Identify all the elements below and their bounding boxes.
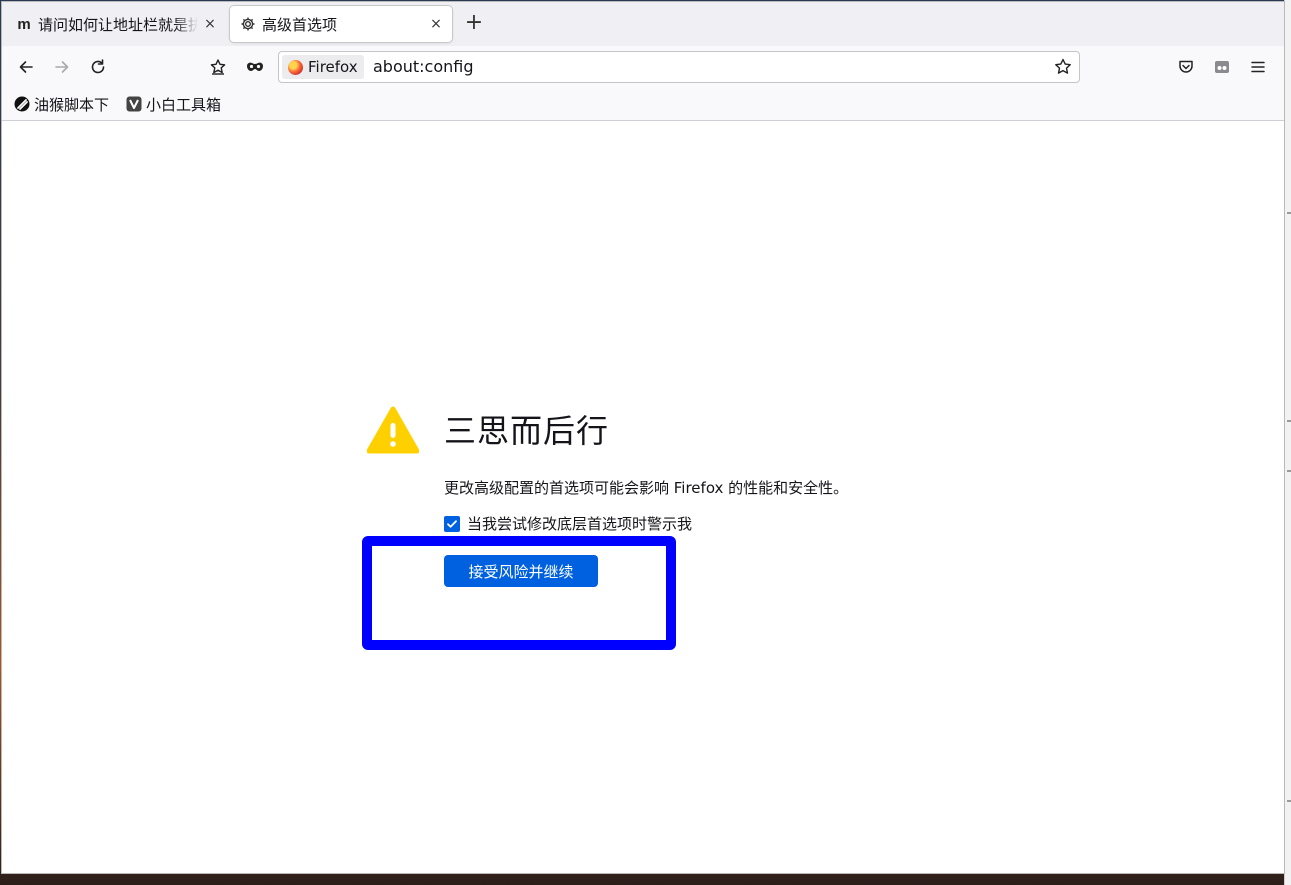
forward-arrow-icon [55,61,69,73]
private-mask-button[interactable] [241,53,269,81]
back-button[interactable] [12,53,40,81]
checkbox-label: 当我尝试修改底层首选项时警示我 [467,515,693,533]
navigation-toolbar: Firefox about:config [2,46,1284,88]
tab-title: 高级首选项 [262,15,338,34]
warning-description: 更改高级配置的首选项可能会影响 Firefox 的性能和安全性。 [444,479,849,497]
extension-button[interactable] [1208,53,1236,81]
star-tray-icon [210,59,226,75]
url-input[interactable]: about:config [373,57,474,76]
firefox-logo-icon [288,59,303,75]
warn-checkbox[interactable] [444,515,460,532]
hamburger-menu-icon [1251,61,1265,73]
back-arrow-icon [19,61,33,73]
tab-question[interactable]: m 请问如何让地址栏就是执 × [6,6,226,42]
tab-strip: m 请问如何让地址栏就是执 × 高级首选项 × + [2,2,1284,46]
bookmark-item-toolbox[interactable]: 小白工具箱 [126,94,221,114]
warning-checkbox-row[interactable]: 当我尝试修改底层首选项时警示我 [444,513,692,534]
site-favicon: m [17,15,31,33]
identity-label: Firefox [308,58,358,76]
page-title: 三思而后行 [444,412,610,450]
bookmark-star-icon[interactable] [1053,57,1073,77]
mask-icon [247,62,263,71]
bookmark-manager-button[interactable] [204,53,232,81]
tab-advanced-preferences[interactable]: 高级首选项 × [230,6,452,42]
bookmark-label: 油猴脚本下 [34,95,110,114]
page-content: 三思而后行 更改高级配置的首选项可能会影响 Firefox 的性能和安全性。 当… [2,121,1284,873]
annotation-highlight-box [362,536,676,650]
warning-icon [367,406,419,454]
browser-window: m 请问如何让地址栏就是执 × 高级首选项 × + Firefox about:… [2,2,1284,873]
bookmark-label: 小白工具箱 [146,95,222,114]
reload-icon [91,59,105,74]
checkmark-icon [447,519,457,528]
close-tab-icon[interactable]: × [202,16,218,32]
tab-title: 请问如何让地址栏就是执 [38,15,198,34]
bookmarks-toolbar: 油猴脚本下 小白工具箱 [2,88,1284,121]
reload-button[interactable] [84,53,112,81]
pocket-icon [1179,60,1193,73]
extension-icon [1215,61,1229,73]
pocket-button[interactable] [1172,53,1200,81]
new-tab-button[interactable]: + [462,12,486,36]
forward-button[interactable] [48,53,76,81]
close-tab-icon[interactable]: × [428,16,444,32]
app-menu-button[interactable] [1244,53,1272,81]
v-logo-icon [126,96,142,112]
address-bar[interactable]: Firefox about:config [278,51,1080,83]
tampermonkey-icon [14,96,30,112]
gear-icon [240,16,256,32]
background-window-edge [1284,0,1291,885]
accept-risk-button[interactable]: 接受风险并继续 [444,555,598,587]
bookmark-item-tampermonkey[interactable]: 油猴脚本下 [14,94,109,114]
site-identity-button[interactable]: Firefox [282,55,364,79]
